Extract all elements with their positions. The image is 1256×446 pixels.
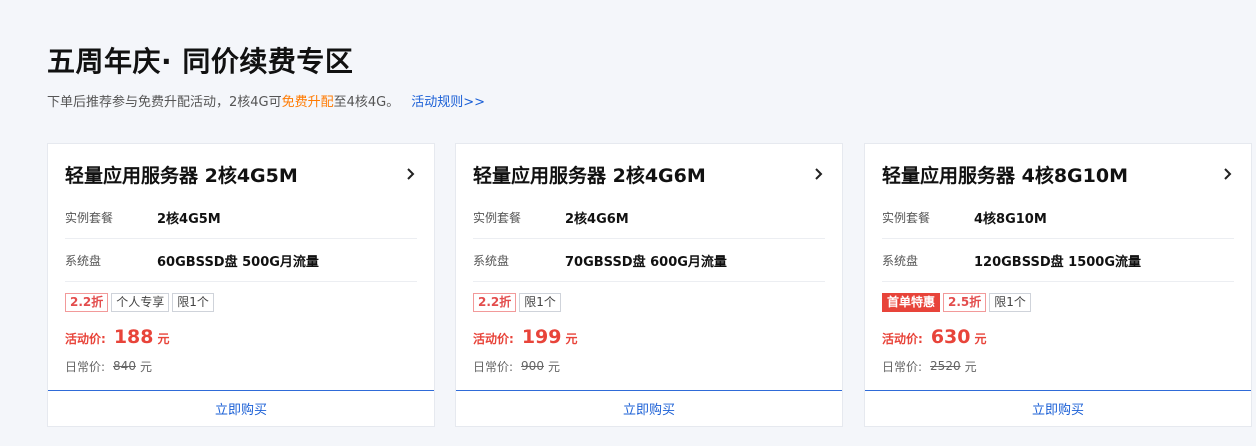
disk-row: 系统盘 60GBSSD盘 500G月流量 [65, 239, 417, 282]
card-title[interactable]: 轻量应用服务器 2核4G6M [473, 161, 706, 188]
limit-tag: 限1个 [172, 293, 214, 312]
regular-price: 日常价: 2520 元 [882, 357, 977, 375]
regular-price-label: 日常价: [473, 359, 514, 374]
buy-now-button[interactable]: 立即购买 [456, 390, 842, 426]
chevron-right-icon[interactable] [811, 167, 825, 181]
disk-row: 系统盘 120GBSSD盘 1500G流量 [882, 239, 1234, 282]
disk-value: 60GBSSD盘 500G月流量 [157, 254, 319, 270]
product-card-1: 轻量应用服务器 2核4G5M 实例套餐 2核4G5M 系统盘 60GBSSD盘 … [47, 143, 435, 427]
chevron-right-icon[interactable] [1220, 167, 1234, 181]
currency-unit: 元 [547, 359, 560, 374]
regular-price-value: 2520 [930, 359, 961, 373]
currency-unit: 元 [565, 332, 578, 346]
activity-price-label: 活动价: [882, 332, 923, 346]
activity-price-label: 活动价: [473, 332, 514, 346]
regular-price-label: 日常价: [65, 359, 106, 374]
card-title[interactable]: 轻量应用服务器 4核8G10M [882, 161, 1128, 188]
card-header[interactable]: 轻量应用服务器 2核4G6M [473, 160, 825, 188]
instance-row: 实例套餐 2核4G6M [473, 196, 825, 239]
disk-value: 70GBSSD盘 600G月流量 [565, 254, 727, 270]
instance-value: 4核8G10M [974, 211, 1047, 227]
regular-price-value: 900 [521, 359, 544, 373]
activity-price-label: 活动价: [65, 332, 106, 346]
first-order-tag: 首单特惠 [882, 293, 941, 312]
tag-list: 2.2折 个人专享 限1个 [65, 293, 214, 312]
disk-label: 系统盘 [882, 253, 919, 268]
activity-price-value: 188 [113, 326, 154, 348]
subtitle-highlight: 免费升配 [281, 95, 334, 110]
chevron-right-icon[interactable] [403, 167, 417, 181]
currency-unit: 元 [157, 332, 170, 346]
disk-label: 系统盘 [65, 253, 102, 268]
instance-row: 实例套餐 4核8G10M [882, 196, 1234, 239]
subtitle-text-end: 至4核4G。 [333, 95, 400, 110]
limit-tag: 限1个 [989, 293, 1031, 312]
instance-value: 2核4G5M [157, 211, 221, 227]
tag-list: 首单特惠 2.5折 限1个 [882, 293, 1031, 312]
activity-price-value: 199 [521, 326, 562, 348]
regular-price-label: 日常价: [882, 359, 923, 374]
regular-price: 日常价: 900 元 [473, 357, 560, 375]
activity-price-value: 630 [930, 326, 971, 348]
activity-rules-link[interactable]: 活动规则>> [411, 95, 485, 110]
tag-list: 2.2折 限1个 [473, 293, 561, 312]
discount-tag: 2.2折 [65, 293, 109, 312]
instance-label: 实例套餐 [65, 210, 114, 225]
regular-price: 日常价: 840 元 [65, 357, 152, 375]
currency-unit: 元 [139, 359, 152, 374]
product-card-2: 轻量应用服务器 2核4G6M 实例套餐 2核4G6M 系统盘 70GBSSD盘 … [455, 143, 843, 427]
discount-tag: 2.5折 [943, 293, 987, 312]
instance-label: 实例套餐 [473, 210, 522, 225]
instance-value: 2核4G6M [565, 211, 629, 227]
currency-unit: 元 [974, 332, 987, 346]
buy-now-button[interactable]: 立即购买 [865, 390, 1251, 426]
activity-price: 活动价: 630 元 [882, 326, 987, 350]
subtitle-text: 下单后推荐参与免费升配活动，2核4G可 [47, 95, 282, 110]
instance-row: 实例套餐 2核4G5M [65, 196, 417, 239]
card-title[interactable]: 轻量应用服务器 2核4G5M [65, 161, 298, 188]
regular-price-value: 840 [113, 359, 136, 373]
card-header[interactable]: 轻量应用服务器 4核8G10M [882, 160, 1234, 188]
page-title: 五周年庆· 同价续费专区 [47, 45, 354, 78]
disk-label: 系统盘 [473, 253, 510, 268]
limit-tag: 限1个 [519, 293, 561, 312]
promo-section: 五周年庆· 同价续费专区 下单后推荐参与免费升配活动，2核4G可免费升配至4核4… [47, 0, 1256, 446]
disk-row: 系统盘 70GBSSD盘 600G月流量 [473, 239, 825, 282]
card-header[interactable]: 轻量应用服务器 2核4G5M [65, 160, 417, 188]
currency-unit: 元 [964, 359, 977, 374]
product-card-3: 轻量应用服务器 4核8G10M 实例套餐 4核8G10M 系统盘 120GBSS… [864, 143, 1252, 427]
activity-price: 活动价: 188 元 [65, 326, 170, 350]
disk-value: 120GBSSD盘 1500G流量 [974, 254, 1142, 270]
discount-tag: 2.2折 [473, 293, 517, 312]
promo-subtitle: 下单后推荐参与免费升配活动，2核4G可免费升配至4核4G。 活动规则>> [47, 91, 485, 110]
exclusive-tag: 个人专享 [111, 293, 170, 312]
instance-label: 实例套餐 [882, 210, 931, 225]
activity-price: 活动价: 199 元 [473, 326, 578, 350]
buy-now-button[interactable]: 立即购买 [48, 390, 434, 426]
